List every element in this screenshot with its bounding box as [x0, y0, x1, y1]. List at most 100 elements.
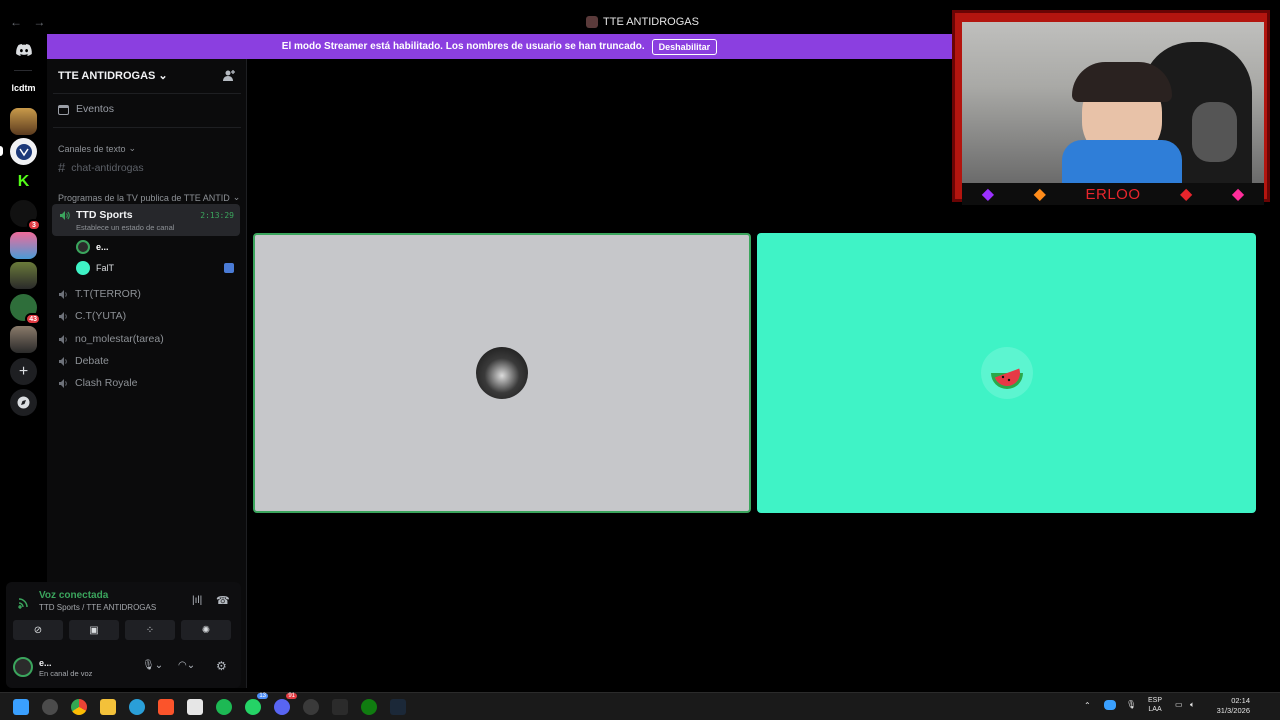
events-item[interactable]: Eventos — [58, 103, 114, 115]
lang-primary: ESP — [1148, 697, 1163, 704]
spotify-icon[interactable] — [216, 699, 232, 715]
store-icon[interactable] — [187, 699, 203, 715]
brave-icon[interactable] — [158, 699, 174, 715]
calendar-icon — [58, 104, 69, 115]
channel-status[interactable]: Establece un estado de canal — [76, 223, 174, 232]
disable-streamer-button[interactable]: Deshabilitar — [651, 38, 718, 55]
text-channel-label: chat-antidrogas — [71, 161, 144, 174]
file-explorer-icon[interactable] — [100, 699, 116, 715]
kick-label: K — [17, 172, 30, 190]
shield-icon — [224, 263, 234, 273]
voice-member[interactable]: FalT — [76, 261, 114, 275]
person-shirt — [1062, 140, 1182, 183]
add-server-icon[interactable]: + — [10, 358, 37, 385]
windows-start-icon[interactable] — [13, 699, 29, 715]
explore-icon[interactable] — [10, 389, 37, 416]
voice-channel-item[interactable]: Debate — [58, 355, 109, 367]
clock-date: 31/3/2026 — [1216, 706, 1250, 715]
microphone-tray-icon[interactable]: 🎙︎ — [1126, 700, 1136, 709]
voice-channel-item[interactable]: C.T(YUTA) — [58, 310, 126, 322]
disconnect-icon[interactable]: ☎ — [216, 594, 230, 607]
voice-channel-label: T.T(TERROR) — [75, 288, 141, 300]
discord-taskbar-icon[interactable]: 91 — [274, 693, 297, 715]
settings-app-icon[interactable] — [42, 699, 58, 715]
chevron-up-icon[interactable]: ⌃ — [1084, 701, 1091, 710]
voice-user-panel: Voz conectada TTD Sports / TTE ANTIDROGA… — [6, 582, 241, 688]
events-label: Eventos — [76, 103, 114, 115]
noise-suppression-icon[interactable]: |ıl| — [192, 595, 202, 606]
voice-channel-item[interactable]: no_molestar(tarea) — [58, 333, 164, 345]
speaker-icon — [59, 334, 67, 344]
user-avatar[interactable] — [13, 657, 33, 677]
mascot-icon: ◆ — [1033, 186, 1046, 203]
soundboard-button[interactable]: ✺ — [181, 620, 231, 640]
volume-icon[interactable]: 🔈︎ — [1190, 700, 1195, 710]
network-icon[interactable]: ▭ — [1175, 700, 1183, 709]
clock[interactable]: 02:14 31/3/2026 — [1208, 696, 1250, 716]
streamer-name: ERLOO — [1085, 185, 1141, 203]
speaker-icon — [60, 211, 70, 220]
headphones-icon[interactable]: ◠⌄ — [178, 660, 195, 671]
avatar — [76, 261, 90, 275]
taskbar: 13 91 ⌃ 🎙︎ ESP LAA ▭ 🔈︎ 02:14 31/3/2026 — [0, 692, 1280, 720]
xbox-icon[interactable] — [361, 699, 377, 715]
voice-member[interactable]: e... — [76, 240, 109, 254]
unread-badge: 3 — [27, 219, 41, 231]
server-name: TTE ANTIDROGAS — [58, 69, 156, 82]
server-9-icon[interactable] — [10, 326, 37, 353]
camera-button[interactable]: ⊘ — [13, 620, 63, 640]
speaker-icon — [59, 356, 67, 366]
server-6-icon[interactable] — [10, 232, 37, 259]
invite-people-icon[interactable] — [223, 69, 237, 83]
server-3-icon[interactable] — [10, 138, 37, 165]
video-tile-member-1[interactable] — [253, 233, 751, 513]
whatsapp-icon[interactable]: 13 — [245, 693, 268, 715]
speaker-icon — [59, 378, 67, 388]
category-voice-channels[interactable]: Programas de la TV publica de TTE ANTID … — [58, 192, 240, 203]
server-icon — [586, 16, 598, 28]
text-channel-item[interactable]: # chat-antidrogas — [58, 160, 144, 175]
server-2-icon[interactable] — [10, 108, 37, 135]
screen-share-button[interactable]: ▣ — [69, 620, 119, 640]
gear-icon[interactable]: ⚙ — [216, 659, 227, 673]
speaker-icon — [59, 289, 67, 299]
epic-games-icon[interactable] — [332, 699, 348, 715]
activities-icon: ⁘ — [145, 624, 155, 636]
avatar — [76, 240, 90, 254]
nav-arrows[interactable]: ← → — [10, 15, 49, 29]
voice-channel-item[interactable]: T.T(TERROR) — [58, 288, 141, 300]
server-8-icon[interactable]: 43 — [10, 294, 41, 325]
screen-share-icon: ▣ — [89, 624, 99, 636]
language-indicator[interactable]: ESP LAA — [1148, 696, 1162, 714]
server-header[interactable]: TTE ANTIDROGAS ⌄ — [58, 69, 168, 83]
voice-connected-channel[interactable]: TTD Sports / TTE ANTIDROGAS — [39, 603, 156, 612]
server-kick-icon[interactable]: K — [10, 168, 37, 195]
server-7-icon[interactable] — [10, 262, 37, 289]
watermelon-avatar — [981, 347, 1033, 399]
chrome-icon[interactable] — [71, 699, 87, 715]
discord-home-icon[interactable] — [10, 36, 37, 63]
streamer-mode-banner: El modo Streamer está habilitado. Los no… — [47, 34, 952, 59]
chevron-down-icon: ⌄ — [128, 143, 137, 153]
steam-icon[interactable] — [390, 699, 406, 715]
edge-icon[interactable] — [129, 699, 145, 715]
soundboard-icon: ✺ — [201, 624, 211, 636]
onedrive-icon[interactable] — [1104, 700, 1116, 710]
mascot-icon: ◆ — [981, 186, 995, 203]
server-5-icon[interactable]: 3 — [10, 200, 41, 231]
active-voice-channel[interactable]: TTD Sports Establece un estado de canal … — [52, 204, 240, 236]
signal-icon — [18, 598, 28, 609]
rail-separator — [14, 70, 32, 71]
category-text-channels[interactable]: Canales de texto ⌄ — [58, 143, 136, 154]
video-tile-member-2[interactable] — [757, 233, 1256, 513]
window-title: TTE ANTIDROGAS — [586, 16, 699, 28]
voice-channel-label: Debate — [75, 355, 109, 367]
server-lcdtm[interactable]: lcdtm — [10, 74, 37, 101]
banner-text: El modo Streamer está habilitado. Los no… — [281, 41, 645, 52]
voice-channel-item[interactable]: Clash Royale — [58, 377, 137, 389]
obs-icon[interactable] — [303, 699, 319, 715]
activities-button[interactable]: ⁘ — [125, 620, 175, 640]
chevron-down-icon: ⌄ — [158, 70, 168, 82]
user-status: En canal de voz — [39, 669, 93, 678]
microphone-icon[interactable]: 🎙︎⌄ — [142, 660, 163, 671]
